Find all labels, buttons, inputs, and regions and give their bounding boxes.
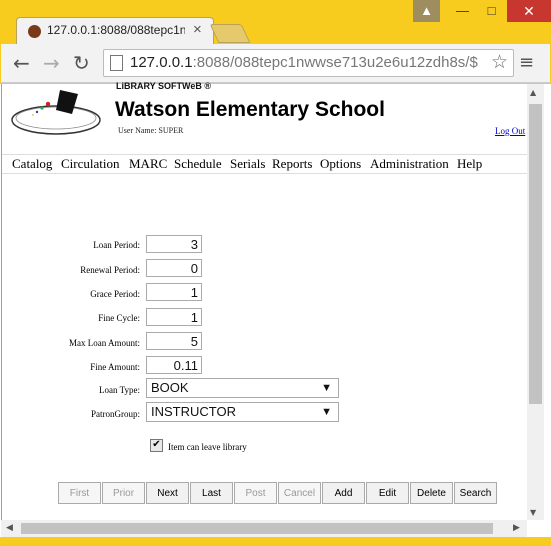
tab-close-icon[interactable]: × [193, 21, 202, 38]
renewal-period-input[interactable]: 0 [146, 259, 202, 277]
last-button[interactable]: Last [190, 482, 233, 504]
loan-type-label: Loan Type: [99, 385, 140, 395]
patron-group-value: INSTRUCTOR [151, 404, 236, 419]
library-logo [11, 90, 101, 135]
max-loan-input[interactable]: 5 [146, 332, 202, 350]
forward-icon[interactable]: → [43, 51, 60, 75]
grace-period-input[interactable]: 1 [146, 283, 202, 301]
menu-administration[interactable]: Administration [370, 156, 449, 172]
menu-help[interactable]: Help [457, 156, 482, 172]
menu-options[interactable]: Options [320, 156, 361, 172]
user-profile-icon[interactable]: ▲ [413, 0, 440, 22]
bookmark-star-icon[interactable]: ☆ [491, 51, 508, 73]
menu-circulation[interactable]: Circulation [61, 156, 120, 172]
patron-group-select[interactable]: INSTRUCTOR ▼ [146, 402, 339, 422]
fine-amount-label: Fine Amount: [90, 362, 140, 372]
next-button[interactable]: Next [146, 482, 189, 504]
horizontal-scroll-thumb[interactable] [21, 523, 493, 534]
tab-title: 127.0.0.1:8088/088tepc1nwwse [47, 23, 185, 37]
search-button[interactable]: Search [454, 482, 497, 504]
menu-catalog[interactable]: Catalog [12, 156, 52, 172]
url-path: :8088/088tepc1nwwse713u2e6u12zdh8s/$ [192, 54, 478, 71]
first-button[interactable]: First [58, 482, 101, 504]
fine-amount-input[interactable]: 0.11 [146, 356, 202, 374]
add-button[interactable]: Add [322, 482, 365, 504]
scroll-down-icon[interactable]: ▼ [530, 508, 536, 517]
url-text[interactable]: 127.0.0.1:8088/088tepc1nwwse713u2e6u12zd… [130, 54, 482, 71]
close-window-button[interactable]: ✕ [507, 0, 551, 22]
minimize-button[interactable]: — [449, 0, 476, 22]
delete-button[interactable]: Delete [410, 482, 453, 504]
cancel-button[interactable]: Cancel [278, 482, 321, 504]
dropdown-caret-icon: ▼ [321, 406, 332, 418]
vertical-scroll-thumb[interactable] [529, 104, 542, 404]
logout-link[interactable]: Log Out [495, 126, 525, 136]
scroll-right-icon[interactable]: ▶ [513, 523, 520, 533]
prior-button[interactable]: Prior [102, 482, 145, 504]
browser-frame-bottom [0, 537, 551, 546]
fine-cycle-input[interactable]: 1 [146, 308, 202, 326]
patron-group-label: PatronGroup: [91, 409, 140, 419]
address-bar[interactable]: 127.0.0.1:8088/088tepc1nwwse713u2e6u12zd… [103, 49, 514, 77]
loan-type-select[interactable]: BOOK ▼ [146, 378, 339, 398]
menu-reports[interactable]: Reports [272, 156, 312, 172]
leave-library-checkbox[interactable]: ✔ [150, 439, 163, 452]
url-host: 127.0.0.1 [130, 54, 193, 71]
browser-menu-icon[interactable]: ≡ [519, 52, 534, 73]
post-button[interactable]: Post [234, 482, 277, 504]
favicon-icon [28, 25, 41, 38]
leave-library-label: Item can leave library [168, 442, 247, 452]
user-name: User Name: SUPER [118, 126, 184, 135]
scroll-left-icon[interactable]: ◀ [6, 523, 13, 533]
scroll-up-icon[interactable]: ▲ [530, 88, 536, 97]
reload-icon[interactable]: ↻ [73, 51, 90, 75]
browser-tab[interactable]: 127.0.0.1:8088/088tepc1nwwse × [16, 17, 214, 45]
menu-marc[interactable]: MARC [129, 156, 167, 172]
menu-serials[interactable]: Serials [230, 156, 265, 172]
brand-name: LiBRARY SOFTWeB ® [116, 81, 211, 91]
renewal-period-label: Renewal Period: [80, 265, 140, 275]
dropdown-caret-icon: ▼ [321, 382, 332, 394]
fine-cycle-label: Fine Cycle: [98, 313, 140, 323]
main-menu: Catalog Circulation MARC Schedule Serial… [2, 154, 528, 174]
loan-period-label: Loan Period: [93, 240, 140, 250]
max-loan-label: Max Loan Amount: [69, 338, 140, 348]
loan-type-value: BOOK [151, 380, 189, 395]
edit-button[interactable]: Edit [366, 482, 409, 504]
page-content: LiBRARY SOFTWeB ® Watson Elementary Scho… [1, 81, 528, 520]
loan-period-input[interactable]: 3 [146, 235, 202, 253]
school-title: Watson Elementary School [115, 98, 385, 121]
title-bar: 127.0.0.1:8088/088tepc1nwwse × ▲ — □ ✕ [0, 0, 551, 45]
grace-period-label: Grace Period: [90, 289, 140, 299]
back-icon[interactable]: ← [13, 51, 30, 75]
horizontal-scrollbar[interactable]: ◀ ▶ [1, 520, 527, 537]
vertical-scrollbar[interactable]: ▲ ▼ [527, 84, 544, 520]
new-tab-button[interactable] [209, 24, 251, 43]
browser-toolbar: ← → ↻ 127.0.0.1:8088/088tepc1nwwse713u2e… [1, 44, 550, 83]
maximize-button[interactable]: □ [478, 0, 505, 22]
menu-schedule[interactable]: Schedule [174, 156, 222, 172]
page-icon [110, 55, 123, 71]
